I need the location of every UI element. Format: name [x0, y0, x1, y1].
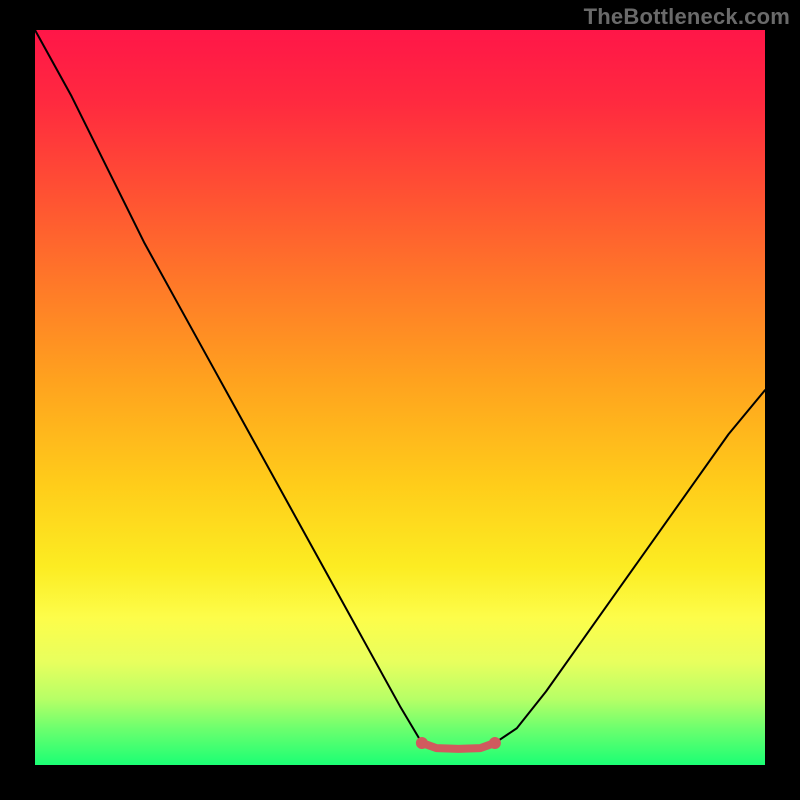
chart-frame: TheBottleneck.com	[0, 0, 800, 800]
chart-svg	[35, 30, 765, 765]
curve-left-branch	[35, 30, 422, 743]
highlight-endpoint-left	[416, 737, 428, 749]
curve-right-branch	[495, 390, 765, 743]
watermark-text: TheBottleneck.com	[584, 4, 790, 30]
curve-bottom-highlight	[422, 743, 495, 749]
highlight-endpoint-right	[489, 737, 501, 749]
plot-background	[35, 30, 765, 765]
